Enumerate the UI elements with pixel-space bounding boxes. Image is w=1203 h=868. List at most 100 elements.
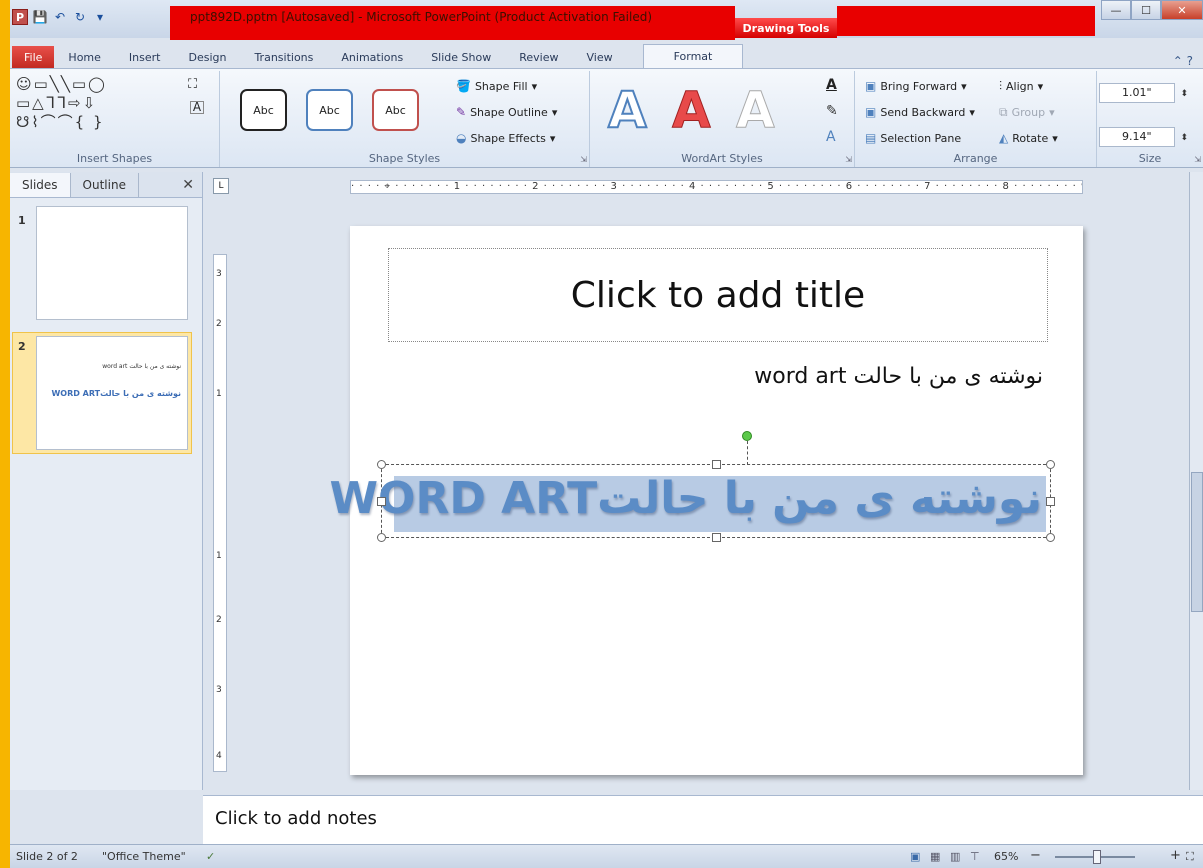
tab-format[interactable]: Format	[642, 44, 744, 68]
text-box-icon[interactable]: A	[190, 101, 204, 114]
resize-handle-top[interactable]	[712, 460, 721, 469]
shape-outline-button[interactable]: ✎ Shape Outline ▾	[456, 105, 557, 119]
tab-selector[interactable]: L	[213, 178, 229, 194]
horizontal-ruler[interactable]: · · · · ⌖ · · · · · · · 1 · · · · · · · …	[350, 180, 1083, 194]
tab-slide-show[interactable]: Slide Show	[417, 46, 505, 68]
tab-file[interactable]: File	[12, 46, 55, 68]
send-backward-icon: ▣	[865, 105, 877, 119]
body-text[interactable]: نوشته ی من با حالت word art	[754, 364, 1043, 389]
tab-animations[interactable]: Animations	[327, 46, 417, 68]
fit-slide-icon[interactable]: ⛶	[1186, 850, 1194, 864]
slide-sorter-icon[interactable]: ▦	[930, 850, 940, 863]
slide-canvas[interactable]: Click to add title نوشته ی من با حالت wo…	[330, 226, 1083, 775]
resize-handle-left[interactable]	[377, 497, 386, 506]
zoom-out-button[interactable]: −	[1030, 848, 1041, 863]
wordart-textbox[interactable]: نوشته ی من با حالتWORD ART	[330, 431, 1055, 542]
wordart-style-2[interactable]: A	[672, 83, 712, 138]
title-placeholder[interactable]: Click to add title	[388, 248, 1048, 342]
group-icon: ⧉	[999, 105, 1008, 119]
height-spinner-icon[interactable]: ⬍	[1180, 85, 1188, 103]
reading-view-icon[interactable]: ▥	[950, 850, 960, 863]
scrollbar-thumb[interactable]	[1191, 472, 1203, 612]
text-effects-icon[interactable]: A	[826, 129, 836, 145]
ruler-mark: 2	[216, 615, 222, 625]
zoom-slider-knob[interactable]	[1093, 850, 1101, 864]
close-button[interactable]: ✕	[1161, 0, 1203, 20]
tab-home[interactable]: Home	[54, 46, 114, 68]
resize-handle-top-left[interactable]	[377, 460, 386, 469]
vertical-ruler[interactable]: 3 2 1 1 2 3 4	[213, 254, 227, 772]
shape-fill-button[interactable]: 🪣 Shape Fill ▾	[456, 79, 537, 93]
align-button[interactable]: ⫶ Align ▾	[999, 79, 1043, 94]
group-insert-shapes: ☺▭╲╲▭◯ ▭△ᒣᒣ⇨⇩ ☋⌇⌒⌒{ } ⛶ A Insert Shapes	[10, 71, 220, 167]
maximize-button[interactable]: ☐	[1131, 0, 1161, 20]
group-size: ⇕ 1.01" ⬍ ⇔ 9.14" ⬍ Size ⇲	[1097, 71, 1203, 167]
shape-width-input[interactable]: 9.14" ⬍	[1099, 127, 1188, 147]
shape-effects-button[interactable]: ◒ Shape Effects ▾	[456, 131, 555, 145]
send-backward-button[interactable]: ▣ Send Backward ▾	[865, 105, 975, 119]
redo-icon[interactable]: ↻	[72, 9, 88, 25]
tab-design[interactable]: Design	[174, 46, 240, 68]
slide-thumbnail-1[interactable]	[36, 206, 188, 320]
rotate-button[interactable]: ◭ Rotate ▾	[999, 131, 1058, 145]
normal-view-icon[interactable]: ▣	[910, 850, 920, 863]
selection-pane-button[interactable]: ▤ Selection Pane	[865, 131, 961, 145]
tab-insert[interactable]: Insert	[115, 46, 175, 68]
bring-forward-button[interactable]: ▣ Bring Forward ▾	[865, 79, 967, 93]
edit-shape-icon[interactable]: ⛶	[188, 77, 197, 92]
tab-view[interactable]: View	[572, 46, 626, 68]
wordart-style-1[interactable]: A	[607, 82, 648, 138]
resize-handle-bottom-left[interactable]	[377, 533, 386, 542]
wordart-text[interactable]: نوشته ی من با حالتWORD ART	[330, 473, 1042, 524]
window-title: ppt892D.pptm [Autosaved] - Microsoft Pow…	[190, 10, 652, 24]
tab-transitions[interactable]: Transitions	[240, 46, 327, 68]
zoom-level[interactable]: 65%	[994, 850, 1018, 863]
vertical-scrollbar[interactable]	[1189, 172, 1203, 790]
thumbnail-text: نوشته ی من با حالت word art	[102, 363, 181, 370]
text-outline-icon[interactable]: ✎	[826, 103, 838, 119]
rotation-handle[interactable]	[742, 431, 752, 441]
customize-qat-icon[interactable]: ▾	[92, 9, 108, 25]
resize-handle-bottom[interactable]	[712, 533, 721, 542]
shape-style-2[interactable]: Abc	[306, 89, 353, 131]
width-spinner-icon[interactable]: ⬍	[1180, 129, 1188, 147]
resize-handle-right[interactable]	[1046, 497, 1055, 506]
resize-handle-bottom-right[interactable]	[1046, 533, 1055, 542]
group-wordart-styles: A A A A ✎ A WordArt Styles ⇲	[590, 71, 855, 167]
notes-pane[interactable]: Click to add notes	[203, 795, 1203, 844]
powerpoint-logo-icon[interactable]: P	[12, 9, 28, 25]
shapes-gallery[interactable]: ☺▭╲╲▭◯ ▭△ᒣᒣ⇨⇩ ☋⌇⌒⌒{ }	[16, 75, 186, 132]
resize-handle-top-right[interactable]	[1046, 460, 1055, 469]
ruler-mark: 1	[216, 551, 222, 561]
tab-slides[interactable]: Slides	[10, 173, 71, 197]
shape-style-3[interactable]: Abc	[372, 89, 419, 131]
tab-review[interactable]: Review	[505, 46, 572, 68]
slide-show-icon[interactable]: ⊤	[970, 850, 980, 863]
minimize-button[interactable]: —	[1101, 0, 1131, 20]
shape-height-input[interactable]: 1.01" ⬍	[1099, 83, 1188, 103]
group-label: Arrange	[953, 152, 998, 165]
spell-check-icon[interactable]: ✓	[206, 850, 215, 863]
zoom-in-button[interactable]: +	[1170, 848, 1181, 863]
theme-name[interactable]: "Office Theme"	[102, 850, 186, 863]
close-pane-icon[interactable]: ✕	[182, 177, 194, 193]
dialog-launcher-icon[interactable]: ⇲	[845, 155, 852, 164]
undo-icon[interactable]: ↶	[52, 9, 68, 25]
rotation-connector	[747, 441, 748, 465]
text-fill-icon[interactable]: A	[826, 77, 837, 93]
slide-thumbnail-2[interactable]: نوشته ی من با حالت word art نوشته ی من ب…	[36, 336, 188, 450]
group-arrange: ▣ Bring Forward ▾ ▣ Send Backward ▾ ▤ Selecti…	[855, 71, 1097, 167]
zoom-slider[interactable]	[1055, 850, 1135, 864]
tab-outline[interactable]: Outline	[71, 173, 139, 197]
shape-style-1[interactable]: Abc	[240, 89, 287, 131]
ruler-mark: 2	[216, 319, 222, 329]
dialog-launcher-icon[interactable]: ⇲	[580, 155, 587, 164]
bring-forward-icon: ▣	[865, 79, 877, 93]
group-button[interactable]: ⧉ Group ▾	[999, 105, 1055, 120]
help-icon[interactable]: ⌃ ?	[1173, 54, 1193, 68]
wordart-style-3[interactable]: A	[736, 83, 776, 138]
ruler-mark: 3	[216, 269, 222, 279]
thumbnail-wordart: نوشته ی من با حالتWORD ART	[51, 389, 181, 398]
save-icon[interactable]: 💾	[32, 9, 48, 25]
dialog-launcher-icon[interactable]: ⇲	[1194, 155, 1201, 164]
